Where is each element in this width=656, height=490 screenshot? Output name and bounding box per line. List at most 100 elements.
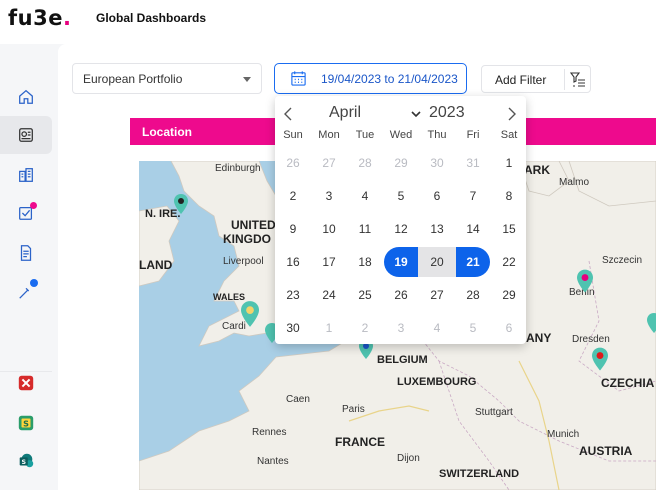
calendar-day[interactable]: 23	[276, 280, 310, 310]
sharepoint-icon: S	[19, 453, 34, 468]
calendar-day[interactable]: 29	[492, 280, 526, 310]
calendar-day[interactable]: 31	[456, 148, 490, 178]
calendar-day[interactable]: 11	[348, 214, 382, 244]
map-label: ANY	[526, 331, 552, 345]
calendar-day[interactable]: 2	[348, 313, 382, 343]
calendar-day[interactable]: 20	[418, 247, 456, 277]
logo[interactable]: fu3e.	[8, 6, 71, 30]
calendar-day[interactable]: 4	[348, 181, 382, 211]
document-icon	[20, 245, 32, 261]
calendar-day[interactable]: 8	[492, 181, 526, 211]
filter-list-icon[interactable]	[569, 71, 587, 89]
calendar-day[interactable]: 14	[456, 214, 490, 244]
calendar-day[interactable]: 5	[384, 181, 418, 211]
calendar-day[interactable]: 3	[384, 313, 418, 343]
map-label: Edinburgh	[215, 163, 261, 174]
calendar-day[interactable]: 7	[456, 181, 490, 211]
sidebar: S S	[0, 44, 52, 490]
calendar-day[interactable]: 6	[492, 313, 526, 343]
calendar-day[interactable]: 30	[276, 313, 310, 343]
date-range-input[interactable]: 19/04/2023 to 21/04/2023	[274, 63, 467, 94]
map-pin[interactable]	[592, 347, 608, 371]
chevron-left-icon[interactable]	[279, 104, 299, 124]
weekday-label: Sat	[500, 129, 518, 141]
calendar-day[interactable]: 1	[492, 148, 526, 178]
weekday-label: Fri	[466, 129, 480, 141]
calendar-day[interactable]: 26	[276, 148, 310, 178]
map-label: SWITZERLAND	[439, 468, 520, 480]
calendar-day[interactable]: 1	[312, 313, 346, 343]
calendar-day[interactable]: 26	[384, 280, 418, 310]
add-filter-label: Add Filter	[495, 73, 547, 87]
portfolio-select[interactable]: European Portfolio	[72, 63, 262, 94]
calendar-day[interactable]: 25	[348, 280, 382, 310]
sidebar-app-x[interactable]	[0, 364, 52, 402]
calendar-day[interactable]: 24	[312, 280, 346, 310]
sidebar-item-buildings[interactable]	[0, 156, 52, 194]
calendar-day[interactable]: 2	[276, 181, 310, 211]
chevron-down-icon[interactable]	[411, 110, 421, 118]
calendar-day[interactable]: 27	[312, 148, 346, 178]
calendar-day[interactable]: 19	[384, 247, 418, 277]
weekday-label: Mon	[318, 129, 340, 141]
calendar-day[interactable]: 21	[456, 247, 490, 277]
map-label: LUXEMBOURG	[397, 376, 477, 388]
year-select[interactable]: 2023	[429, 104, 465, 122]
map-pin[interactable]	[241, 301, 259, 327]
weekday-label: Wed	[389, 129, 413, 141]
calendar-day[interactable]: 5	[456, 313, 490, 343]
portfolio-select-value: European Portfolio	[83, 72, 183, 86]
sidebar-item-home[interactable]	[0, 78, 52, 116]
calendar-day[interactable]: 28	[456, 280, 490, 310]
notification-dot	[30, 279, 38, 287]
buildings-icon	[19, 168, 33, 182]
map-label: Liverpool	[223, 256, 264, 267]
calendar-day[interactable]: 13	[420, 214, 454, 244]
calendar-day[interactable]: 22	[492, 247, 526, 277]
calendar-icon	[291, 71, 306, 86]
map-pin[interactable]	[577, 269, 593, 293]
map-label: LAND	[139, 258, 173, 272]
map-label: Dijon	[397, 453, 420, 464]
weekday-label: Sun	[283, 129, 303, 141]
calendar-day[interactable]: 10	[312, 214, 346, 244]
calendar-day[interactable]: 6	[420, 181, 454, 211]
x-app-icon	[18, 375, 34, 391]
calendar-day[interactable]: 17	[312, 247, 346, 277]
add-filter-button[interactable]: Add Filter	[481, 65, 591, 93]
calendar-day[interactable]: 16	[276, 247, 310, 277]
date-range-value: 19/04/2023 to 21/04/2023	[321, 72, 458, 86]
month-select[interactable]: April	[329, 104, 361, 122]
map-label: Malmo	[559, 177, 590, 188]
calendar-day[interactable]: 4	[420, 313, 454, 343]
weekday-label: Tue	[355, 129, 375, 141]
calendar-day[interactable]: 15	[492, 214, 526, 244]
map-pin[interactable]	[647, 313, 656, 333]
home-icon	[19, 89, 33, 104]
map-label: Dresden	[572, 334, 610, 345]
sidebar-app-s[interactable]: S	[0, 404, 52, 442]
map-label: Munich	[547, 429, 580, 440]
map-label: Stuttgart	[475, 407, 513, 418]
chevron-right-icon[interactable]	[501, 104, 521, 124]
calendar-day[interactable]: 28	[348, 148, 382, 178]
map-label: BELGIUM	[377, 354, 428, 366]
svg-text:S: S	[21, 459, 26, 466]
calendar-day[interactable]: 29	[384, 148, 418, 178]
calendar-day[interactable]: 3	[312, 181, 346, 211]
calendar-day[interactable]: 9	[276, 214, 310, 244]
map-label: KINGDO	[223, 232, 271, 246]
calendar-day[interactable]: 18	[348, 247, 382, 277]
map-label: Rennes	[252, 427, 287, 438]
map-pin[interactable]	[174, 194, 188, 214]
sidebar-app-sharepoint[interactable]: S	[0, 442, 52, 480]
page-title: Global Dashboards	[96, 11, 207, 25]
calendar-day[interactable]: 12	[384, 214, 418, 244]
calendar-day[interactable]: 30	[420, 148, 454, 178]
sidebar-item-tasks[interactable]	[0, 194, 52, 232]
sidebar-item-tools[interactable]	[0, 272, 52, 310]
calendar-day[interactable]: 27	[420, 280, 454, 310]
sidebar-item-reports[interactable]	[0, 234, 52, 272]
top-bar: fu3e. Global Dashboards	[0, 0, 656, 44]
sidebar-item-dashboard[interactable]	[0, 116, 52, 154]
